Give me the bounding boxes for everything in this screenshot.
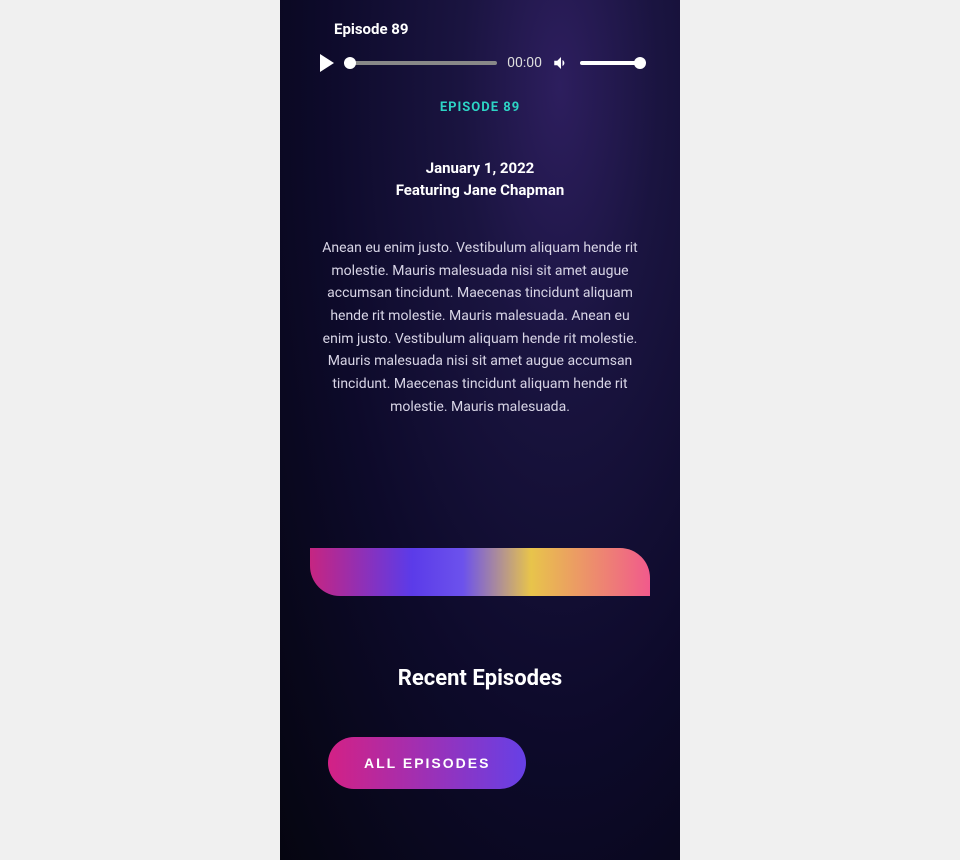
episode-date: January 1, 2022: [310, 159, 650, 177]
volume-thumb[interactable]: [634, 57, 646, 69]
volume-slider[interactable]: [580, 61, 640, 65]
episode-featuring: Featuring Jane Chapman: [310, 181, 650, 199]
time-display: 00:00: [507, 55, 542, 71]
progress-slider[interactable]: [344, 61, 497, 65]
player-title: Episode 89: [334, 20, 650, 38]
gradient-divider: [310, 548, 650, 596]
episode-description: Anean eu enim justo. Vestibulum aliquam …: [310, 237, 650, 418]
audio-player: 00:00: [310, 54, 650, 72]
progress-thumb[interactable]: [344, 57, 356, 69]
recent-episodes-heading: Recent Episodes: [310, 666, 650, 691]
all-episodes-button[interactable]: All Episodes: [328, 737, 526, 789]
episode-label: Episode 89: [310, 100, 650, 115]
play-button-icon[interactable]: [320, 54, 334, 72]
volume-icon[interactable]: [552, 54, 570, 72]
podcast-episode-page: Episode 89 00:00 Episode 89 January 1, 2…: [280, 0, 680, 860]
